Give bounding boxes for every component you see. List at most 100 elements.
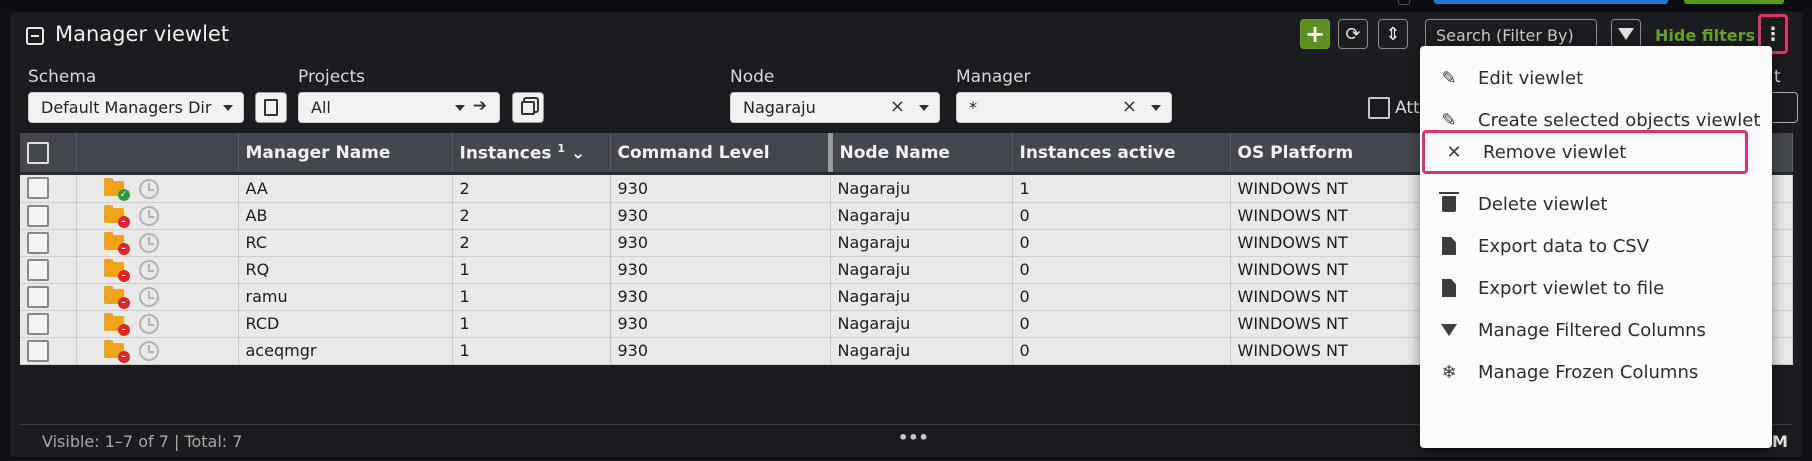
right-filter-label: t	[1774, 67, 1781, 87]
viewlet-title: Manager viewlet	[55, 22, 230, 46]
menu-item-label: Export viewlet to file	[1478, 277, 1665, 299]
cell-instances-active: 1	[1012, 175, 1231, 203]
projects-value: All	[311, 98, 331, 117]
file-edit-icon	[264, 99, 278, 116]
projects-copy-button[interactable]	[512, 92, 544, 123]
cell-command-level: 930	[610, 202, 831, 230]
cell-manager-name[interactable]: RQ	[238, 256, 453, 284]
chevron-down-icon	[1151, 105, 1161, 111]
cell-node-name: Nagaraju	[830, 175, 1013, 203]
menu-item-label: Remove viewlet	[1483, 141, 1627, 163]
node-label: Node	[730, 67, 775, 87]
copy-icon	[521, 100, 535, 115]
row-checkbox[interactable]	[27, 177, 49, 200]
node-select[interactable]: Nagaraju ×	[730, 92, 940, 123]
collapse-icon[interactable]	[26, 27, 44, 45]
cell-manager-name[interactable]: RCD	[238, 310, 453, 338]
row-checkbox-cell[interactable]	[20, 202, 77, 230]
column-header-manager-name[interactable]: Manager Name	[238, 133, 453, 172]
menu-item-export-data-csv[interactable]: Export data to CSV	[1420, 224, 1772, 268]
status-stopped-icon: –	[117, 324, 130, 336]
sort-button[interactable]: ⇕	[1378, 19, 1408, 49]
column-header-node-name[interactable]: Node Name	[827, 133, 1013, 172]
clock-icon[interactable]	[138, 286, 159, 307]
trash-icon	[1438, 192, 1460, 212]
cell-instances: 1	[452, 337, 611, 365]
manager-select[interactable]: * ×	[956, 92, 1172, 123]
select-all-checkbox[interactable]	[27, 141, 49, 164]
top-strip-blue-button[interactable]	[1434, 0, 1668, 4]
select-all-cell[interactable]	[20, 133, 77, 172]
row-checkbox-cell[interactable]	[20, 229, 77, 257]
row-checkbox[interactable]	[27, 312, 49, 335]
row-status-cell: –	[76, 283, 239, 311]
clock-icon[interactable]	[138, 232, 159, 253]
folder-icon: ✓	[103, 178, 130, 201]
cell-manager-name[interactable]: aceqmgr	[238, 337, 453, 365]
top-strip-button[interactable]	[1398, 0, 1410, 5]
projects-select[interactable]: All ➔	[298, 92, 500, 123]
folder-icon: –	[103, 259, 130, 282]
menu-item-manage-filtered-columns[interactable]: Manage Filtered Columns	[1420, 308, 1772, 352]
file-icon	[1438, 237, 1460, 255]
row-checkbox[interactable]	[27, 339, 49, 362]
column-header-instances-active[interactable]: Instances active	[1012, 133, 1231, 172]
menu-item-remove-viewlet[interactable]: ✕ Remove viewlet	[1422, 130, 1748, 174]
hide-filters-link[interactable]: Hide filters	[1655, 26, 1755, 45]
menu-item-delete-viewlet[interactable]: Delete viewlet	[1420, 182, 1772, 226]
clock-icon[interactable]	[138, 205, 159, 226]
clock-icon[interactable]	[138, 313, 159, 334]
filter-button[interactable]	[1611, 19, 1641, 49]
app-frame: Manager viewlet + ⟳ ⇕ Search (Filter By)…	[0, 0, 1812, 461]
projects-label: Projects	[298, 67, 366, 87]
cell-instances: 2	[452, 202, 611, 230]
funnel-icon	[1618, 28, 1634, 40]
row-checkbox-cell[interactable]	[20, 175, 77, 203]
cell-manager-name[interactable]: AA	[238, 175, 453, 203]
schema-select[interactable]: Default Managers Dir	[28, 92, 244, 123]
menu-item-label: Edit viewlet	[1478, 67, 1584, 89]
cell-manager-name[interactable]: AB	[238, 202, 453, 230]
snowflake-icon: ❄	[1441, 361, 1457, 383]
menu-item-edit-viewlet[interactable]: ✎ Edit viewlet	[1420, 56, 1772, 100]
row-checkbox-cell[interactable]	[20, 283, 77, 311]
menu-item-label: Delete viewlet	[1478, 193, 1608, 215]
clock-icon[interactable]	[138, 259, 159, 280]
kebab-icon: ⋮	[1764, 23, 1782, 45]
refresh-button[interactable]: ⟳	[1338, 19, 1368, 49]
row-checkbox-cell[interactable]	[20, 337, 77, 365]
menu-item-manage-frozen-columns[interactable]: ❄ Manage Frozen Columns	[1420, 350, 1772, 394]
folder-icon: –	[103, 205, 130, 228]
row-checkbox[interactable]	[27, 258, 49, 281]
menu-item-export-viewlet-file[interactable]: Export viewlet to file	[1420, 266, 1772, 310]
attr-checkbox[interactable]	[1368, 97, 1390, 119]
column-header-command-level[interactable]: Command Level	[610, 133, 831, 172]
menu-item-label: Create selected objects viewlet	[1478, 109, 1761, 131]
cell-manager-name[interactable]: ramu	[238, 283, 453, 311]
row-checkbox[interactable]	[27, 231, 49, 254]
schema-edit-button[interactable]	[255, 92, 287, 123]
column-header-instances[interactable]: Instances 1 ⌄	[452, 133, 611, 172]
menu-item-label: Manage Frozen Columns	[1478, 361, 1699, 383]
top-strip-green-button[interactable]	[1684, 0, 1784, 4]
node-value: Nagaraju	[743, 98, 816, 117]
folder-icon: –	[103, 286, 130, 309]
clear-icon[interactable]: ×	[1122, 96, 1137, 117]
top-strip	[0, 0, 1812, 10]
row-checkbox[interactable]	[27, 204, 49, 227]
more-icon[interactable]: •••	[898, 428, 929, 447]
column-header-instances-label: Instances	[459, 143, 552, 164]
clock-icon[interactable]	[138, 340, 159, 361]
cell-instances-active: 0	[1012, 256, 1231, 284]
cell-instances: 2	[452, 229, 611, 257]
row-checkbox-cell[interactable]	[20, 310, 77, 338]
clear-icon[interactable]: ×	[890, 96, 905, 117]
add-button[interactable]: +	[1300, 19, 1330, 49]
plus-icon: +	[1304, 20, 1326, 48]
cell-manager-name[interactable]: RC	[238, 229, 453, 257]
folder-icon: –	[103, 340, 130, 363]
row-checkbox[interactable]	[27, 285, 49, 308]
row-checkbox-cell[interactable]	[20, 256, 77, 284]
right-filter-input[interactable]	[1770, 92, 1798, 123]
clock-icon[interactable]	[138, 178, 159, 199]
